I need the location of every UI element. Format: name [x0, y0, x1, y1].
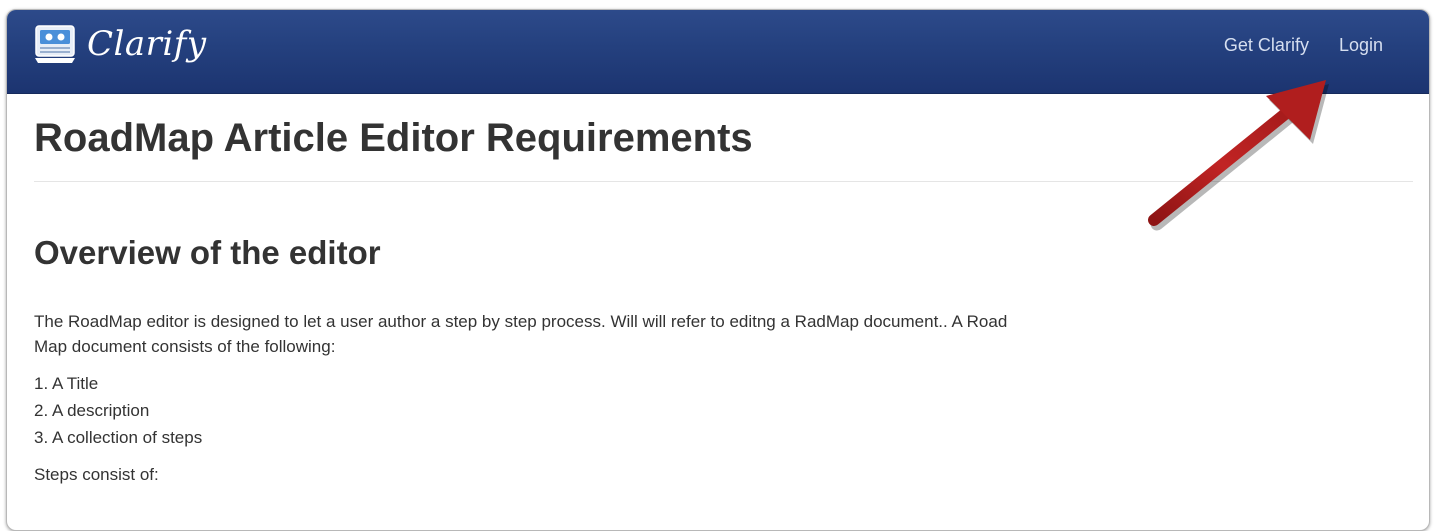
brand-name: Clarify: [87, 24, 207, 64]
document-parts-list: 1. A Title 2. A description 3. A collect…: [34, 370, 1413, 451]
list-item: 3. A collection of steps: [34, 428, 203, 447]
nav-link-login[interactable]: Login: [1339, 35, 1383, 56]
nav-link-get-clarify[interactable]: Get Clarify: [1224, 35, 1309, 56]
section-title: Overview of the editor: [34, 234, 381, 271]
overview-paragraph: The RoadMap editor is designed to let a …: [34, 312, 1008, 356]
clarify-logo-icon: [35, 25, 75, 63]
red-arrow-annotation-icon: [1148, 80, 1329, 231]
steps-label: Steps consist of:: [34, 465, 159, 484]
list-item: 1. A Title: [34, 374, 99, 393]
list-item: 2. A description: [34, 401, 150, 420]
nav-links: Get Clarify Login: [1194, 35, 1383, 56]
brand[interactable]: Clarify: [33, 24, 207, 64]
